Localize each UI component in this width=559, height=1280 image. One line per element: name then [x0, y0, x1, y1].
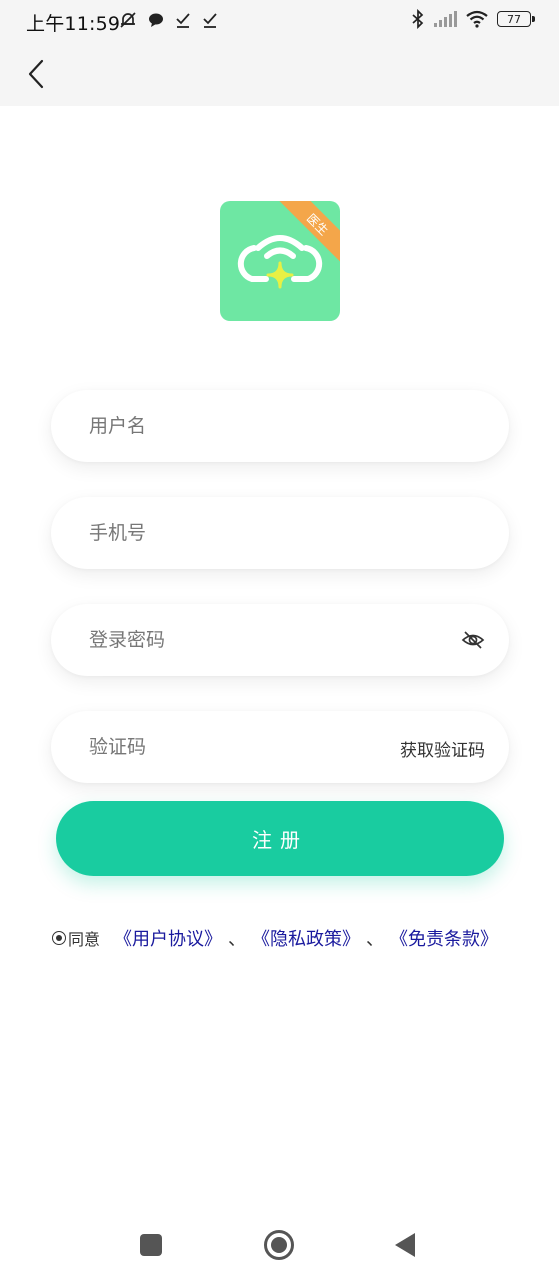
- bluetooth-icon: [411, 9, 425, 29]
- download-check-icon-2: [201, 11, 219, 29]
- back-arrow-icon: [28, 59, 44, 89]
- system-nav-bar: [0, 1210, 559, 1280]
- code-field-container: 获取验证码: [51, 711, 509, 783]
- notification-icons: [118, 10, 219, 30]
- chat-bubble-icon: [147, 11, 165, 29]
- nav-home-icon[interactable]: [262, 1228, 296, 1262]
- system-icons: 77: [411, 9, 535, 29]
- separator: 、: [228, 929, 247, 950]
- status-time: 上午11:59: [26, 13, 121, 35]
- back-button[interactable]: [18, 54, 54, 94]
- signal-icon: [433, 11, 457, 27]
- eye-hidden-icon[interactable]: [461, 628, 485, 652]
- privacy-policy-link[interactable]: 《隐私政策》: [252, 925, 360, 951]
- nav-square-icon[interactable]: [134, 1228, 168, 1262]
- disclaimer-link[interactable]: 《免责条款》: [390, 925, 498, 951]
- download-check-icon: [174, 11, 192, 29]
- verification-code-input[interactable]: [89, 711, 349, 783]
- wifi-icon: [465, 10, 489, 28]
- password-field-container: [51, 604, 509, 676]
- battery-icon: 77: [497, 11, 535, 27]
- username-input[interactable]: [89, 390, 409, 462]
- agree-label: 同意: [68, 930, 101, 949]
- agreement-row: 同意 《用户协议》 、 《隐私政策》 、 《免责条款》: [52, 926, 522, 950]
- phone-field-container: [51, 497, 509, 569]
- register-button[interactable]: 注册: [56, 801, 504, 876]
- user-agreement-link[interactable]: 《用户协议》: [114, 925, 222, 951]
- top-bar: 上午11:59 77: [0, 0, 559, 106]
- phone-input[interactable]: [89, 497, 409, 569]
- mute-bell-icon: [118, 10, 138, 30]
- username-field-container: [51, 390, 509, 462]
- app-logo: 医生: [220, 201, 340, 321]
- get-code-button[interactable]: 获取验证码: [400, 736, 485, 761]
- nav-back-icon[interactable]: [388, 1228, 422, 1262]
- separator: 、: [366, 929, 385, 950]
- agree-radio[interactable]: [52, 931, 66, 945]
- status-bar: 上午11:59 77: [0, 0, 559, 44]
- password-input[interactable]: [89, 604, 409, 676]
